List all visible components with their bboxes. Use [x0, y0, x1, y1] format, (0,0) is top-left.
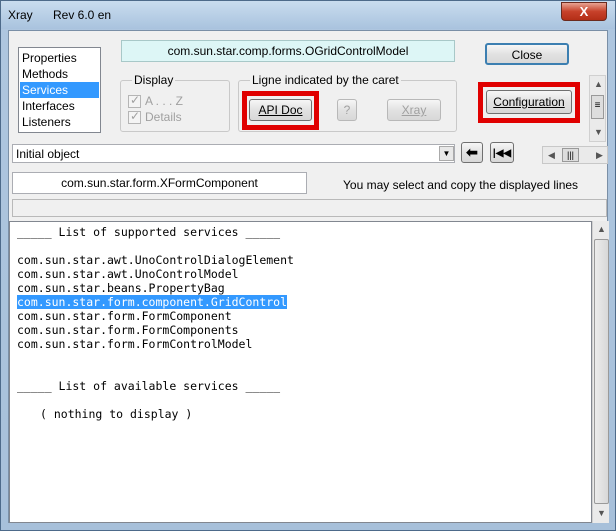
api-doc-button[interactable]: API Doc	[249, 99, 312, 121]
list-item-listeners[interactable]: Listeners	[20, 114, 99, 130]
list-item[interactable]: com.sun.star.awt.UnoControlModel	[17, 267, 239, 281]
slider-right-icon[interactable]: ▶	[591, 147, 608, 164]
scroll-thumb[interactable]	[594, 239, 609, 504]
details-label: Details	[145, 110, 182, 124]
window-close-button[interactable]: X	[561, 2, 607, 21]
client-area: Properties Methods Services Interfaces L…	[8, 30, 609, 523]
object-select[interactable]: Initial object ▼	[12, 144, 455, 163]
list-item-selected[interactable]: com.sun.star.form.component.GridControl	[17, 295, 288, 309]
list-item[interactable]: com.sun.star.form.FormControlModel	[17, 337, 252, 351]
sort-az-label: A . . . Z	[145, 94, 184, 108]
list-item-interfaces[interactable]: Interfaces	[20, 98, 99, 114]
first-object-button[interactable]: |◀◀	[490, 142, 514, 163]
xray-button[interactable]: Xray	[387, 99, 441, 121]
available-services-header: _____ List of available services _____	[17, 379, 281, 393]
back-button[interactable]: ⬅	[461, 142, 483, 163]
status-field	[12, 199, 607, 217]
skip-to-start-icon: |◀◀	[492, 148, 512, 159]
list-item-methods[interactable]: Methods	[20, 66, 99, 82]
scroll-thumb[interactable]: ≡	[591, 95, 604, 119]
display-group-label: Display	[132, 73, 176, 87]
configuration-button[interactable]: Configuration	[486, 90, 572, 114]
list-item[interactable]: com.sun.star.beans.PropertyBag	[17, 281, 225, 295]
supported-services-header: _____ List of supported services _____	[17, 225, 281, 239]
list-item[interactable]: com.sun.star.awt.UnoControlDialogElement	[17, 253, 294, 267]
chevron-down-icon[interactable]: ▼	[439, 146, 454, 161]
window-title: Xray	[8, 8, 33, 22]
list-item[interactable]: com.sun.star.form.FormComponents	[17, 323, 239, 337]
empty-list-message: ( nothing to display )	[40, 407, 193, 421]
scroll-down-icon[interactable]: ▼	[590, 124, 607, 141]
horizontal-slider[interactable]: ◀ ||| ▶	[542, 146, 608, 164]
list-item-services[interactable]: Services	[20, 82, 99, 98]
object-select-value: Initial object	[16, 147, 80, 161]
arrow-left-icon: ⬅	[466, 144, 478, 160]
scroll-up-icon[interactable]: ▲	[590, 76, 607, 93]
help-button[interactable]: ?	[337, 99, 357, 121]
slider-left-icon[interactable]: ◀	[543, 147, 560, 164]
xray-window: Xray Rev 6.0 en X Properties Methods Ser…	[0, 0, 616, 531]
output-text-area[interactable]: _____ List of supported services _____ c…	[9, 221, 592, 523]
sort-az-checkbox[interactable]	[128, 93, 141, 108]
info-type-list[interactable]: Properties Methods Services Interfaces L…	[18, 47, 101, 133]
interface-field[interactable]: com.sun.star.form.XFormComponent	[12, 172, 307, 194]
title-bar[interactable]: Xray Rev 6.0 en X	[1, 1, 615, 29]
object-name-field[interactable]: com.sun.star.comp.forms.OGridControlMode…	[121, 40, 455, 62]
scroll-up-icon[interactable]: ▲	[593, 221, 610, 238]
slider-thumb[interactable]: |||	[562, 148, 579, 162]
config-scrollbar[interactable]: ▲ ≡ ▼	[589, 75, 606, 142]
list-item[interactable]: com.sun.star.form.FormComponent	[17, 309, 232, 323]
details-checkbox[interactable]	[128, 109, 141, 124]
close-button[interactable]: Close	[485, 43, 569, 65]
list-item-properties[interactable]: Properties	[20, 50, 99, 66]
output-scrollbar[interactable]: ▲ ▼	[592, 221, 609, 523]
scroll-down-icon[interactable]: ▼	[593, 505, 610, 522]
copy-hint: You may select and copy the displayed li…	[343, 178, 579, 192]
version-label: Rev 6.0 en	[53, 8, 112, 22]
close-icon: X	[579, 4, 589, 19]
caret-group-label: Ligne indicated by the caret	[250, 73, 401, 87]
